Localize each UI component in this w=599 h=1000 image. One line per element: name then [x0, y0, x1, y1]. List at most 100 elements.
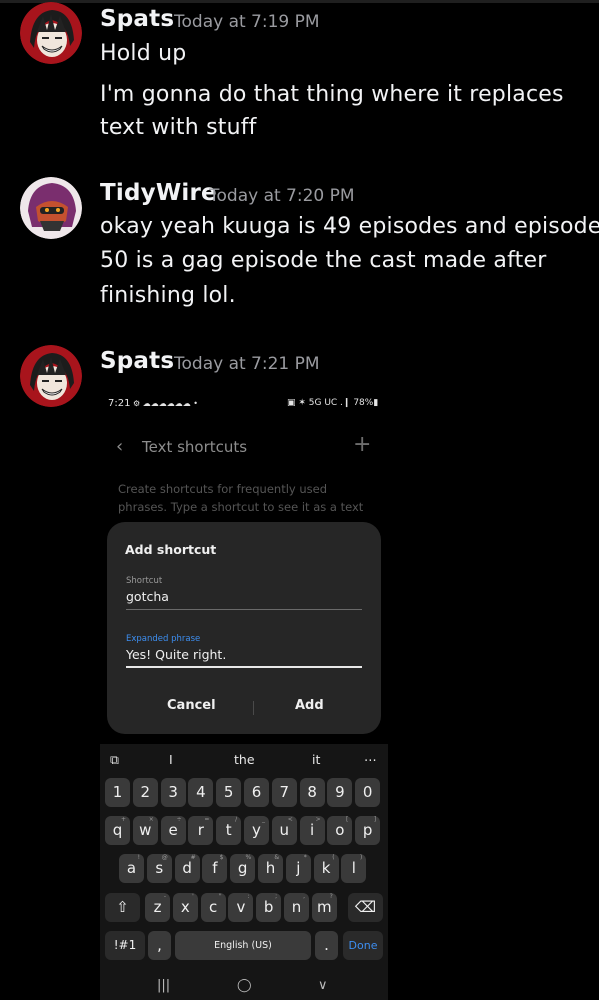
avatar-spats[interactable] [20, 345, 82, 407]
suggestion[interactable]: the [234, 752, 255, 767]
key-alt-symbol: + [120, 816, 126, 823]
symbols-key[interactable]: !#1 [105, 931, 145, 960]
key-number-label: 2 [140, 783, 151, 801]
key-alt-symbol: > [315, 816, 321, 823]
cancel-button[interactable]: Cancel [167, 698, 216, 713]
expanded-phrase-underline [126, 666, 362, 668]
key-letter[interactable]: u < [271, 816, 297, 845]
back-nav-icon[interactable]: ∨ [318, 978, 328, 993]
expanded-phrase-field[interactable]: Yes! Quite right. [126, 647, 226, 662]
shortcut-underline [126, 609, 362, 610]
key-alt-symbol: % [245, 854, 252, 861]
key-letter[interactable]: a! [119, 854, 144, 883]
shift-key[interactable]: ⇧ [105, 893, 140, 922]
key-number[interactable]: 3 [160, 778, 186, 807]
key-number[interactable]: 7 [271, 778, 297, 807]
key-letter[interactable]: j * [285, 854, 311, 883]
key-letter-label: j [296, 859, 301, 877]
add-icon[interactable]: + [353, 432, 371, 457]
key-number-label: 5 [223, 783, 234, 801]
key-letter[interactable]: r = [188, 816, 214, 845]
key-letter[interactable]: g% [230, 854, 256, 883]
keyboard: ⧉ I the it ⋯ 1 2 3 4 5 6 7 8 9 0 q + w × e ÷ r = t / y _ u < i > o… [100, 744, 388, 1000]
notification-icons: ⚙ ☁☁☁☁☁☁ • [133, 399, 198, 408]
key-letter[interactable]: t / [216, 816, 242, 845]
key-number[interactable]: 0 [355, 778, 381, 807]
key-letter[interactable]: x ' [172, 893, 198, 922]
key-letter[interactable]: n, [284, 893, 309, 922]
backspace-key[interactable]: ⌫ [348, 893, 383, 922]
key-letter[interactable]: z- [145, 893, 170, 922]
avatar-spats[interactable] [20, 2, 82, 64]
key-alt-symbol: # [190, 854, 196, 861]
shift-key-label: ⇧ [116, 898, 129, 916]
recents-icon[interactable]: ||| [157, 978, 170, 993]
key-letter[interactable]: b; [256, 893, 282, 922]
key-letter[interactable]: w × [132, 816, 158, 845]
key-alt-symbol: " [218, 893, 222, 900]
key-number[interactable]: 4 [188, 778, 214, 807]
add-button[interactable]: Add [295, 698, 324, 713]
more-icon[interactable]: ⋯ [364, 752, 377, 767]
key-letter[interactable]: k( [313, 854, 339, 883]
suggestion[interactable]: it [312, 752, 320, 767]
dialog-title: Add shortcut [125, 542, 217, 557]
shortcut-field[interactable]: gotcha [126, 589, 169, 604]
key-letter[interactable]: p] [355, 816, 381, 845]
key-number[interactable]: 1 [105, 778, 130, 807]
key-number[interactable]: 8 [299, 778, 325, 807]
avatar-tidywire[interactable] [20, 177, 82, 239]
message-text: okay yeah kuuga is 49 episodes and episo… [100, 214, 599, 239]
key-letter-label: o [335, 821, 345, 839]
key-alt-symbol: ( [332, 854, 335, 861]
key-alt-symbol: , [303, 893, 305, 900]
key-letter[interactable]: c " [200, 893, 226, 922]
username[interactable]: Spats [100, 6, 174, 32]
key-letter[interactable]: i > [299, 816, 325, 845]
clipboard-icon[interactable]: ⧉ [110, 752, 119, 768]
key-alt-symbol: - [163, 893, 166, 900]
comma-key-label: , [157, 936, 162, 954]
key-letter-label: n [291, 898, 302, 916]
key-letter[interactable]: d # [174, 854, 200, 883]
key-letter-label: a [126, 859, 137, 877]
key-letter[interactable]: m? [311, 893, 337, 922]
period-key[interactable]: . [315, 931, 338, 960]
period-key-label: . [324, 936, 329, 954]
username[interactable]: Spats [100, 348, 174, 374]
done-key[interactable]: Done [343, 931, 383, 960]
key-number[interactable]: 9 [327, 778, 353, 807]
message-text: Hold up [100, 41, 187, 66]
key-number[interactable]: 2 [132, 778, 158, 807]
key-letter-label: i [310, 821, 315, 839]
key-letter-label: z [153, 898, 162, 916]
space-key[interactable]: English (US) [175, 931, 311, 960]
key-letter[interactable]: l) [341, 854, 367, 883]
key-letter[interactable]: y _ [244, 816, 269, 845]
expanded-phrase-label: Expanded phrase [126, 634, 201, 644]
key-alt-symbol: ] [373, 816, 377, 823]
username[interactable]: TidyWire [100, 180, 217, 206]
message-text: finishing lol. [100, 283, 236, 308]
key-letter-label: l [351, 859, 356, 877]
key-number-label: 9 [335, 783, 345, 801]
comma-key[interactable]: , [148, 931, 171, 960]
key-letter[interactable]: s @ [146, 854, 172, 883]
key-letter[interactable]: f $ [202, 854, 228, 883]
suggestion[interactable]: I [169, 752, 173, 767]
key-letter[interactable]: e ÷ [160, 816, 186, 845]
image-attachment[interactable]: 7:21 ⚙ ☁☁☁☁☁☁ • ▣ ✶ 5G UC .❙ 78%▮ ‹ Text… [100, 392, 388, 1000]
message-text: I'm gonna do that thing where it replace… [100, 82, 564, 107]
back-icon[interactable]: ‹ [116, 436, 123, 457]
key-number[interactable]: 6 [244, 778, 269, 807]
status-right-icons: ▣ ✶ 5G UC .❙ 78%▮ [287, 398, 379, 408]
key-letter[interactable]: q + [105, 816, 130, 845]
key-letter[interactable]: o[ [327, 816, 353, 845]
home-icon[interactable]: ◯ [237, 978, 252, 993]
key-alt-symbol: $ [219, 854, 224, 861]
key-number[interactable]: 5 [216, 778, 242, 807]
key-letter-label: b [263, 898, 274, 916]
key-letter[interactable]: v: [228, 893, 254, 922]
key-alt-symbol: < [287, 816, 293, 823]
key-letter[interactable]: h & [258, 854, 283, 883]
